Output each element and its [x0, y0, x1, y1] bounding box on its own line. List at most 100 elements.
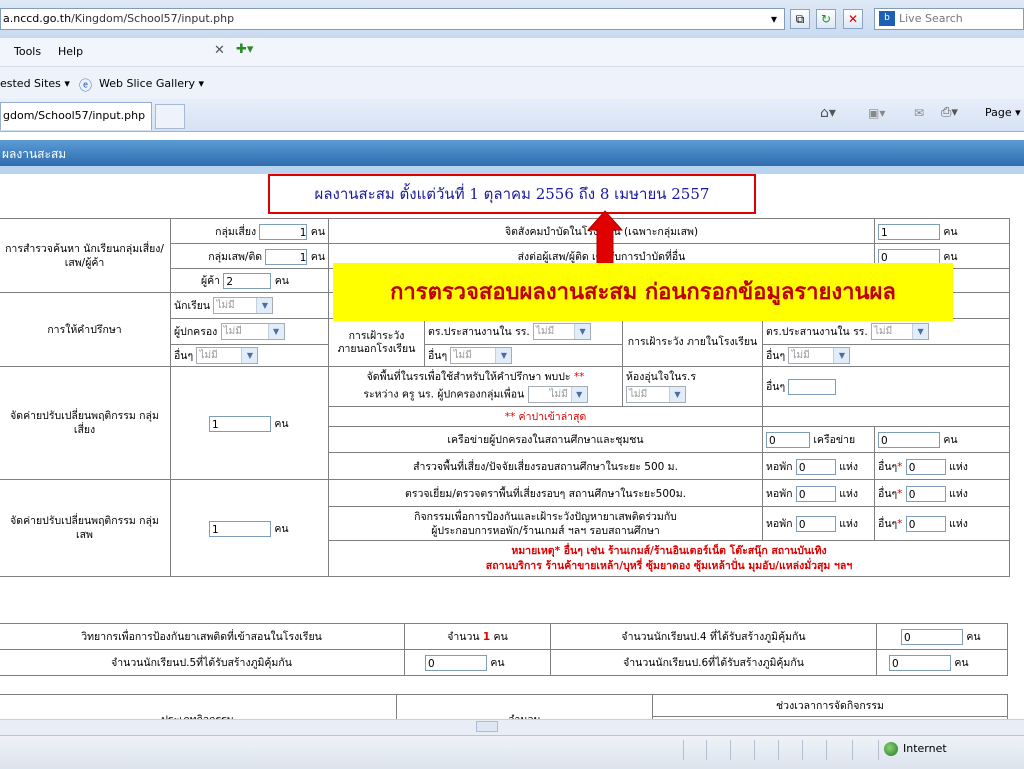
activity-text: กิจกรรมเพื่อการป้องกันและเฝ้าระวังปัญหาย…	[328, 506, 763, 541]
unit: คน	[943, 225, 958, 238]
counsel-label: การให้คำปรึกษา	[0, 292, 171, 367]
stop-icon[interactable]: ✕	[843, 9, 863, 29]
unit: คน	[310, 250, 325, 263]
required-stars: **	[573, 371, 585, 384]
network-count-input[interactable]: 0	[766, 432, 810, 448]
user-count-input[interactable]: 1	[265, 248, 308, 265]
live-search-logo: b	[879, 11, 895, 26]
annotation-banner: การตรวจสอบผลงานสะสม ก่อนกรอกข้อมูลรายงาน…	[333, 263, 953, 321]
close-toolbar-icon[interactable]: ✕	[214, 43, 225, 58]
area-text: จัดพื้นที่ในรรเพื่อใช้สำหรับให้คำปรึกษา …	[366, 371, 571, 384]
other-label: อื่นๆ	[428, 349, 448, 362]
network-people-input[interactable]: 0	[878, 432, 941, 448]
chevron-down-icon: ▼	[267, 324, 284, 340]
inside-other-cell: อื่นๆ ไม่มี ▼	[761, 344, 1011, 367]
status-divider	[778, 740, 779, 760]
risk-count-input[interactable]: 1	[259, 223, 308, 240]
camp-user-label: จัดค่ายปรับเปลี่ยนพฤติกรรม กลุ่มเสพ	[0, 479, 171, 577]
inside-coord-select[interactable]: ไม่มี ▼	[871, 323, 930, 341]
outside-coord-select[interactable]: ไม่มี ▼	[533, 323, 592, 341]
dealer-cell: ผู้ค้า 2 คน	[170, 268, 329, 293]
inside-watch-label: การเฝ้าระวัง ภายในโรงเรียน	[622, 318, 763, 367]
activity-dorm-input[interactable]: 0	[795, 516, 836, 532]
area-select[interactable]: ไม่มี ▼	[527, 386, 588, 404]
new-tab-button[interactable]	[155, 104, 185, 129]
search-input[interactable]: Live Search	[874, 8, 1024, 30]
risk-group-cell: กลุ่มเสี่ยง 1 คน	[170, 218, 329, 244]
p5-cell: 0 คน	[404, 649, 551, 676]
menu-tools[interactable]: Tools	[14, 45, 41, 58]
warm-room-select[interactable]: ไม่มี ▼	[626, 386, 686, 404]
counsel-parent-select[interactable]: ไม่มี ▼	[220, 323, 285, 341]
activity-other-cell: อื่นๆ* 0 แห่ง	[874, 506, 1011, 541]
camp-other-cell: อื่นๆ	[761, 366, 1011, 407]
visit-dorm-input[interactable]: 0	[795, 485, 836, 502]
network-text: เครือข่ายผู้ปกครองในสถานศึกษาและชุมชน	[328, 426, 763, 453]
outside-other-select[interactable]: ไม่มี ▼	[450, 347, 513, 365]
lecturer-label: วิทยากรเพื่อการป้องกันยาเสพติดที่เข้าสอน…	[0, 623, 405, 650]
network-count-cell: 0 เครือข่าย	[761, 426, 876, 453]
p5-input[interactable]: 0	[425, 655, 487, 671]
mail-icon[interactable]: ✉	[914, 106, 924, 120]
print-icon[interactable]: ⎙▾	[941, 105, 958, 120]
counsel-other-cell: อื่นๆ ไม่มี ▼	[170, 344, 329, 367]
unit-place: แห่ง	[949, 487, 968, 500]
inside-coord-cell: ตร.ประสานงานใน รร. ไม่มี ▼	[761, 318, 1011, 345]
toolbar-addon-icon[interactable]: ✚▾	[236, 42, 253, 57]
menu-help[interactable]: Help	[58, 45, 83, 58]
counsel-student-select[interactable]: ไม่มี ▼	[213, 297, 274, 315]
horizontal-scrollbar[interactable]	[0, 719, 1024, 736]
survey500-dorm-input[interactable]: 0	[795, 458, 836, 475]
activity-other-input[interactable]: 0	[905, 516, 946, 532]
address-input[interactable]: a.nccd.go.th/Kingdom/School57/input.php	[0, 8, 785, 30]
status-divider	[878, 740, 879, 760]
counsel-student-cell: นักเรียน ไม่มี ▼	[170, 292, 329, 319]
ie-page-icon: ⓔ	[79, 79, 93, 94]
remark-line-1: หมายเหตุ* อื่นๆ เช่น ร้านเกมส์/ร้านอินเต…	[511, 544, 827, 557]
survey500-other-input[interactable]: 0	[905, 458, 946, 475]
parent-label: ผู้ปกครอง	[174, 325, 218, 338]
p4-label: จำนวนนักเรียนป.4 ที่ได้รับสร้างภูมิคุ้มก…	[550, 623, 877, 650]
remark-note: หมายเหตุ* อื่นๆ เช่น ร้านเกมส์/ร้านอินเต…	[327, 540, 1011, 577]
p6-input[interactable]: 0	[889, 655, 951, 671]
feeds-icon[interactable]: ▣▾	[868, 106, 885, 120]
warm-room-cell: ห้องอุ่นใจในร.ร ไม่มี ▼	[622, 366, 763, 407]
header-divider	[0, 166, 1024, 174]
warm-room-label: ห้องอุ่นใจในร.ร	[626, 371, 697, 384]
status-zone[interactable]: Internet	[903, 742, 947, 755]
unit-network: เครือข่าย	[813, 434, 856, 446]
chevron-down-icon: ▼	[241, 348, 258, 364]
camp-risk-input[interactable]: 1	[209, 415, 271, 432]
up-arrow-icon	[587, 210, 623, 263]
outside-other-cell: อื่นๆ ไม่มี ▼	[424, 344, 623, 367]
tab-current[interactable]: gdom/School57/input.php	[0, 102, 152, 130]
refresh-icon[interactable]: ↻	[816, 9, 836, 29]
fav-suggested-sites[interactable]: ested Sites ▾	[0, 77, 70, 90]
p4-cell: 0 คน	[876, 623, 1008, 650]
compatibility-icon[interactable]: ⧉	[790, 9, 810, 29]
inside-other-select[interactable]: ไม่มี ▼	[788, 347, 851, 365]
scrollbar-thumb[interactable]	[476, 721, 498, 732]
dealer-count-input[interactable]: 2	[223, 273, 272, 289]
counsel-other-select[interactable]: ไม่มี ▼	[196, 347, 259, 365]
camp-user-input[interactable]: 1	[209, 520, 271, 537]
survey500-other-cell: อื่นๆ* 0 แห่ง	[874, 452, 1011, 480]
home-icon[interactable]: ⌂▾	[820, 105, 836, 121]
therapy-count-input[interactable]: 1	[878, 223, 941, 240]
p4-input[interactable]: 0	[901, 629, 963, 645]
user-label: กลุ่มเสพ/ติด	[208, 250, 263, 263]
address-dropdown-icon[interactable]: ▾	[765, 10, 783, 28]
visit-other-input[interactable]: 0	[905, 485, 946, 502]
url-path: /Kingdom/School57/input.php	[71, 12, 235, 25]
camp-other-input[interactable]	[788, 379, 837, 395]
therapy-cell: 1 คน	[874, 218, 1011, 244]
fav-web-slice-gallery[interactable]: Web Slice Gallery ▾	[99, 77, 204, 90]
counsel-parent-cell: ผู้ปกครอง ไม่มี ▼	[170, 318, 329, 345]
camp-user-cell: 1 คน	[170, 479, 329, 577]
page-menu[interactable]: Page ▾	[985, 106, 1021, 119]
survey500-text: สำรวจพื้นที่เสี่ยง/ปัจจัยเสี่ยงรอบสถานศึ…	[328, 452, 763, 480]
status-bar	[0, 735, 1024, 769]
status-divider	[754, 740, 755, 760]
dealer-label: ผู้ค้า	[201, 275, 221, 287]
other-label: อื่นๆ	[878, 460, 898, 473]
